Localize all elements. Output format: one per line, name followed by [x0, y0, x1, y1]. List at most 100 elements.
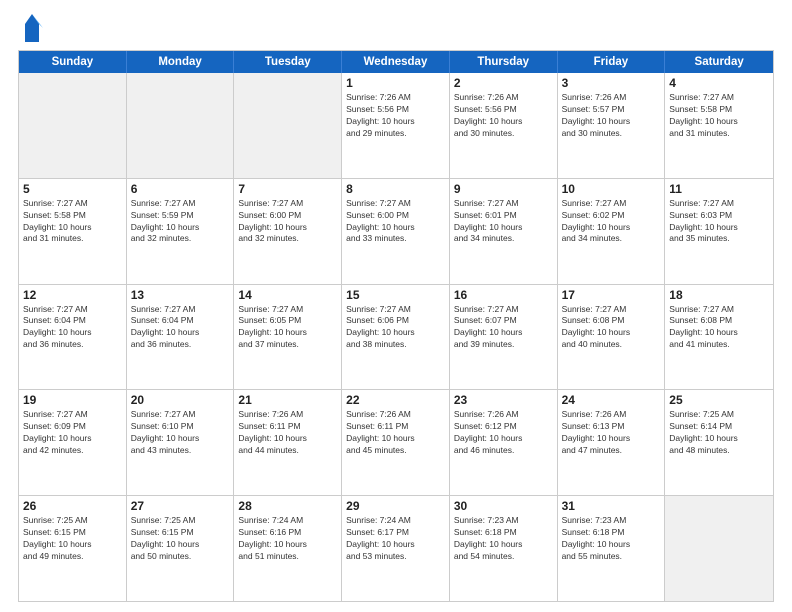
calendar-row-2: 5 Sunrise: 7:27 AM Sunset: 5:58 PM Daylig… — [19, 178, 773, 284]
day-number: 21 — [238, 393, 337, 407]
calendar-row-4: 19Sunrise: 7:27 AM Sunset: 6:09 PM Dayli… — [19, 389, 773, 495]
calendar-cell-day-19: 19Sunrise: 7:27 AM Sunset: 6:09 PM Dayli… — [19, 390, 127, 495]
calendar-cell-day-24: 24Sunrise: 7:26 AM Sunset: 6:13 PM Dayli… — [558, 390, 666, 495]
cell-info: Sunrise: 7:27 AM Sunset: 6:10 PM Dayligh… — [131, 409, 230, 457]
day-number: 28 — [238, 499, 337, 513]
cell-info: Sunrise: 7:25 AM Sunset: 6:15 PM Dayligh… — [23, 515, 122, 563]
calendar-cell-day-16: 16 Sunrise: 7:27 AM Sunset: 6:07 PM Dayli… — [450, 285, 558, 390]
day-number: 29 — [346, 499, 445, 513]
calendar-cell-day-21: 21 Sunrise: 7:26 AM Sunset: 6:11 PM Dayli… — [234, 390, 342, 495]
calendar-cell-day-18: 18Sunrise: 7:27 AM Sunset: 6:08 PM Dayli… — [665, 285, 773, 390]
calendar-cell-empty — [19, 73, 127, 178]
day-number: 10 — [562, 182, 661, 196]
cell-info: Sunrise: 7:24 AM Sunset: 6:17 PM Dayligh… — [346, 515, 445, 563]
day-number: 17 — [562, 288, 661, 302]
weekday-header-sunday: Sunday — [19, 51, 127, 73]
cell-info: Sunrise: 7:23 AM Sunset: 6:18 PM Dayligh… — [454, 515, 553, 563]
calendar-cell-day-7: 7 Sunrise: 7:27 AM Sunset: 6:00 PM Daylig… — [234, 179, 342, 284]
day-number: 22 — [346, 393, 445, 407]
cell-info: Sunrise: 7:27 AM Sunset: 6:08 PM Dayligh… — [562, 304, 661, 352]
cell-info: Sunrise: 7:27 AM Sunset: 6:03 PM Dayligh… — [669, 198, 769, 246]
cell-info: Sunrise: 7:27 AM Sunset: 6:02 PM Dayligh… — [562, 198, 661, 246]
calendar-cell-day-30: 30 Sunrise: 7:23 AM Sunset: 6:18 PM Dayli… — [450, 496, 558, 601]
calendar-cell-day-29: 29 Sunrise: 7:24 AM Sunset: 6:17 PM Dayli… — [342, 496, 450, 601]
calendar-body: 1Sunrise: 7:26 AM Sunset: 5:56 PM Daylig… — [19, 73, 773, 601]
calendar-header: SundayMondayTuesdayWednesdayThursdayFrid… — [19, 51, 773, 73]
cell-info: Sunrise: 7:25 AM Sunset: 6:15 PM Dayligh… — [131, 515, 230, 563]
cell-info: Sunrise: 7:27 AM Sunset: 6:00 PM Dayligh… — [346, 198, 445, 246]
day-number: 16 — [454, 288, 553, 302]
day-number: 11 — [669, 182, 769, 196]
day-number: 7 — [238, 182, 337, 196]
calendar-row-5: 26 Sunrise: 7:25 AM Sunset: 6:15 PM Dayli… — [19, 495, 773, 601]
day-number: 5 — [23, 182, 122, 196]
calendar: SundayMondayTuesdayWednesdayThursdayFrid… — [18, 50, 774, 602]
day-number: 9 — [454, 182, 553, 196]
day-number: 13 — [131, 288, 230, 302]
calendar-cell-day-13: 13Sunrise: 7:27 AM Sunset: 6:04 PM Dayli… — [127, 285, 235, 390]
calendar-row-3: 12Sunrise: 7:27 AM Sunset: 6:04 PM Dayli… — [19, 284, 773, 390]
header — [18, 18, 774, 42]
calendar-cell-day-3: 3Sunrise: 7:26 AM Sunset: 5:57 PM Daylig… — [558, 73, 666, 178]
calendar-cell-day-5: 5 Sunrise: 7:27 AM Sunset: 5:58 PM Daylig… — [19, 179, 127, 284]
cell-info: Sunrise: 7:26 AM Sunset: 6:12 PM Dayligh… — [454, 409, 553, 457]
cell-info: Sunrise: 7:25 AM Sunset: 6:14 PM Dayligh… — [669, 409, 769, 457]
cell-info: Sunrise: 7:27 AM Sunset: 6:07 PM Dayligh… — [454, 304, 553, 352]
calendar-cell-day-4: 4 Sunrise: 7:27 AM Sunset: 5:58 PM Daylig… — [665, 73, 773, 178]
calendar-cell-day-10: 10 Sunrise: 7:27 AM Sunset: 6:02 PM Dayli… — [558, 179, 666, 284]
logo-icon — [21, 14, 43, 42]
day-number: 23 — [454, 393, 553, 407]
day-number: 18 — [669, 288, 769, 302]
calendar-cell-empty — [127, 73, 235, 178]
cell-info: Sunrise: 7:26 AM Sunset: 6:11 PM Dayligh… — [238, 409, 337, 457]
weekday-header-wednesday: Wednesday — [342, 51, 450, 73]
calendar-cell-day-27: 27Sunrise: 7:25 AM Sunset: 6:15 PM Dayli… — [127, 496, 235, 601]
day-number: 4 — [669, 76, 769, 90]
calendar-cell-day-17: 17 Sunrise: 7:27 AM Sunset: 6:08 PM Dayli… — [558, 285, 666, 390]
calendar-cell-day-2: 2Sunrise: 7:26 AM Sunset: 5:56 PM Daylig… — [450, 73, 558, 178]
day-number: 6 — [131, 182, 230, 196]
logo — [18, 18, 43, 42]
calendar-cell-day-23: 23 Sunrise: 7:26 AM Sunset: 6:12 PM Dayli… — [450, 390, 558, 495]
day-number: 31 — [562, 499, 661, 513]
day-number: 20 — [131, 393, 230, 407]
day-number: 15 — [346, 288, 445, 302]
cell-info: Sunrise: 7:27 AM Sunset: 6:00 PM Dayligh… — [238, 198, 337, 246]
weekday-header-thursday: Thursday — [450, 51, 558, 73]
cell-info: Sunrise: 7:27 AM Sunset: 6:05 PM Dayligh… — [238, 304, 337, 352]
cell-info: Sunrise: 7:23 AM Sunset: 6:18 PM Dayligh… — [562, 515, 661, 563]
cell-info: Sunrise: 7:24 AM Sunset: 6:16 PM Dayligh… — [238, 515, 337, 563]
day-number: 14 — [238, 288, 337, 302]
weekday-header-monday: Monday — [127, 51, 235, 73]
calendar-cell-day-28: 28 Sunrise: 7:24 AM Sunset: 6:16 PM Dayli… — [234, 496, 342, 601]
day-number: 12 — [23, 288, 122, 302]
cell-info: Sunrise: 7:27 AM Sunset: 5:58 PM Dayligh… — [669, 92, 769, 140]
calendar-cell-day-15: 15 Sunrise: 7:27 AM Sunset: 6:06 PM Dayli… — [342, 285, 450, 390]
weekday-header-saturday: Saturday — [665, 51, 773, 73]
calendar-cell-empty — [234, 73, 342, 178]
weekday-header-tuesday: Tuesday — [234, 51, 342, 73]
calendar-cell-day-26: 26 Sunrise: 7:25 AM Sunset: 6:15 PM Dayli… — [19, 496, 127, 601]
calendar-cell-day-11: 11 Sunrise: 7:27 AM Sunset: 6:03 PM Dayli… — [665, 179, 773, 284]
day-number: 8 — [346, 182, 445, 196]
calendar-cell-day-22: 22Sunrise: 7:26 AM Sunset: 6:11 PM Dayli… — [342, 390, 450, 495]
calendar-cell-day-9: 9Sunrise: 7:27 AM Sunset: 6:01 PM Daylig… — [450, 179, 558, 284]
calendar-cell-day-12: 12Sunrise: 7:27 AM Sunset: 6:04 PM Dayli… — [19, 285, 127, 390]
calendar-row-1: 1Sunrise: 7:26 AM Sunset: 5:56 PM Daylig… — [19, 73, 773, 178]
calendar-cell-day-14: 14 Sunrise: 7:27 AM Sunset: 6:05 PM Dayli… — [234, 285, 342, 390]
day-number: 19 — [23, 393, 122, 407]
calendar-cell-day-1: 1Sunrise: 7:26 AM Sunset: 5:56 PM Daylig… — [342, 73, 450, 178]
day-number: 2 — [454, 76, 553, 90]
day-number: 30 — [454, 499, 553, 513]
calendar-cell-day-25: 25 Sunrise: 7:25 AM Sunset: 6:14 PM Dayli… — [665, 390, 773, 495]
cell-info: Sunrise: 7:27 AM Sunset: 6:06 PM Dayligh… — [346, 304, 445, 352]
calendar-cell-day-6: 6Sunrise: 7:27 AM Sunset: 5:59 PM Daylig… — [127, 179, 235, 284]
cell-info: Sunrise: 7:27 AM Sunset: 5:58 PM Dayligh… — [23, 198, 122, 246]
day-number: 24 — [562, 393, 661, 407]
weekday-header-friday: Friday — [558, 51, 666, 73]
calendar-cell-empty — [665, 496, 773, 601]
day-number: 26 — [23, 499, 122, 513]
calendar-cell-day-31: 31 Sunrise: 7:23 AM Sunset: 6:18 PM Dayli… — [558, 496, 666, 601]
cell-info: Sunrise: 7:26 AM Sunset: 5:57 PM Dayligh… — [562, 92, 661, 140]
day-number: 25 — [669, 393, 769, 407]
